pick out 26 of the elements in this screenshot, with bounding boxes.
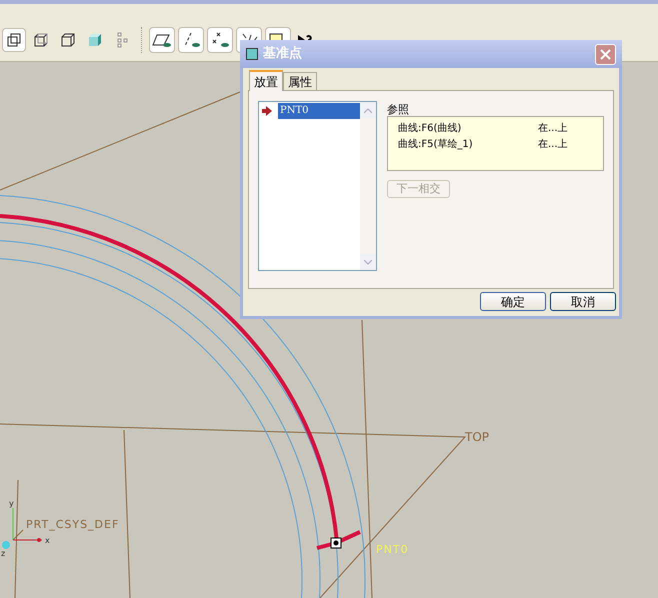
arrow-icon <box>262 106 272 116</box>
wireframe-cube-icon[interactable] <box>2 28 26 52</box>
tab[interactable]: 放置 <box>249 70 283 91</box>
tab[interactable]: 属性 <box>283 72 317 90</box>
datum-axis-display-icon[interactable] <box>178 26 204 52</box>
reference-text: 曲线:F6(曲线) <box>398 122 462 136</box>
datum-plane-display-icon[interactable] <box>149 26 175 52</box>
axis-label: y <box>9 499 14 508</box>
window-icon <box>246 48 258 60</box>
constraint-text: 在...上 <box>538 122 568 136</box>
window-title: 基准点 <box>263 45 303 64</box>
reference-text: 曲线:F5(草绘_1) <box>398 138 474 152</box>
datum-point-marker-icon <box>330 538 342 548</box>
dialog-button[interactable]: 确定 <box>480 292 546 311</box>
datum-point-display-icon[interactable] <box>207 26 233 52</box>
close-icon <box>600 48 611 60</box>
point-item[interactable]: PNT0 <box>278 103 360 119</box>
csys-label: PRT_CSYS_DEF <box>26 518 120 531</box>
references-label: 参照 <box>387 103 410 116</box>
constraint-text: 在...上 <box>538 138 568 152</box>
dialog-button[interactable]: 取消 <box>550 292 616 311</box>
datum-plane-label: TOP <box>465 430 490 444</box>
axis-label: x <box>45 536 50 545</box>
point-label: PNT0 <box>376 543 409 556</box>
close-button[interactable] <box>595 44 616 64</box>
axis-label: z <box>1 549 6 558</box>
